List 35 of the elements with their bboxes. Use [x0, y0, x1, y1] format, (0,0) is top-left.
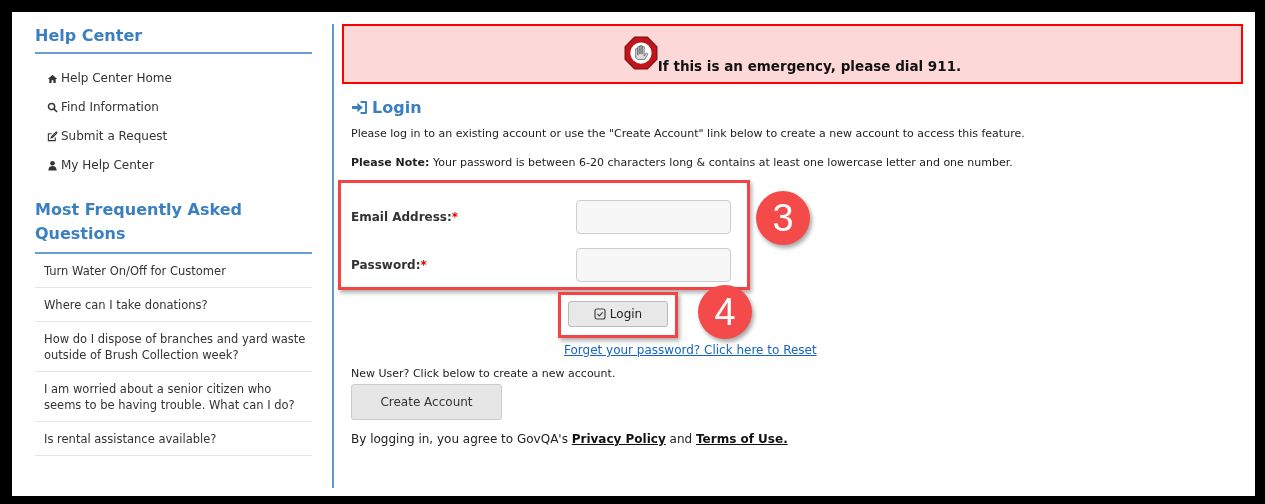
sidebar-link[interactable]: Submit a Request [47, 122, 312, 151]
step-badge: 4 [698, 285, 752, 339]
faq-link[interactable]: Turn Water On/Off for Customer [35, 254, 312, 288]
input-field[interactable] [576, 248, 731, 282]
faq-link[interactable]: How do I dispose of branches and yard waste outside of Brush Collection week? [35, 322, 312, 372]
step-badge: 3 [756, 191, 810, 245]
alert-text: If this is an emergency, please dial 911. [657, 58, 962, 74]
login-heading: Login [372, 98, 422, 117]
user-icon [47, 160, 58, 171]
checkbox-icon [593, 308, 606, 320]
field-label: Password:* [351, 258, 427, 272]
terms-text: By logging in, you agree to GovQA's Privacy Policy and Terms of Use. [351, 432, 789, 446]
intro-text: Please log in to an existing account or use the "Create Account" link below to create a new account to access this feature. [351, 127, 1026, 140]
search-icon [47, 102, 58, 113]
sidebar-link[interactable]: Find Information [47, 93, 312, 122]
create-account-button[interactable]: Create Account [351, 384, 502, 420]
faq-link[interactable]: Is rental assistance available? [35, 422, 312, 456]
sidebar-title: Most Frequently Asked Questions [35, 199, 243, 245]
new-user-text: New User? Click below to create a new account. [351, 367, 617, 380]
password-note: Please Note: Your password is between 6-20 characters long & contains at least one lowercase letter and one number. [351, 156, 1014, 169]
sidebar-link[interactable]: My Help Center [47, 151, 312, 180]
edit-icon [47, 131, 58, 142]
privacy-policy-link[interactable]: Privacy Policy [571, 432, 666, 446]
input-field[interactable] [576, 200, 731, 234]
login-button[interactable]: Login [568, 301, 668, 327]
faq-link[interactable]: I am worried about a senior citizen who seems to be having trouble. What can I do? [35, 372, 312, 422]
sidebar-link[interactable]: Help Center Home [47, 64, 312, 93]
stop-hand-icon [623, 36, 658, 70]
field-label: Email Address:* [351, 210, 459, 224]
faq-link[interactable]: Where can I take donations? [35, 288, 312, 322]
sidebar-title: Help Center [35, 24, 312, 54]
forgot-password-link[interactable]: Forget your password? Click here to Reset [564, 343, 817, 357]
sign-in-icon [352, 101, 367, 114]
terms-of-use-link[interactable]: Terms of Use. [696, 432, 788, 446]
home-icon [47, 73, 58, 84]
